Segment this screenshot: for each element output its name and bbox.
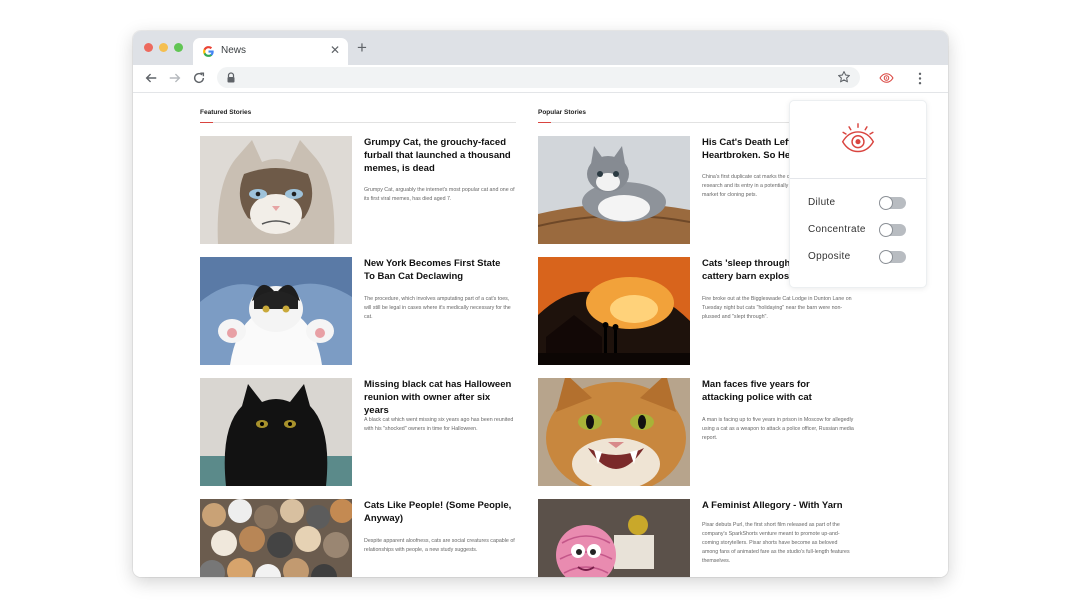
featured-stories-heading: Featured Stories xyxy=(200,109,252,116)
new-tab-button[interactable]: + xyxy=(357,38,367,58)
eye-icon xyxy=(841,123,875,153)
story-description: Pixar debuts Purl, the first short film … xyxy=(702,522,850,564)
opposite-label: Opposite xyxy=(808,251,851,262)
featured-accent xyxy=(200,122,213,123)
many-cats-photo[interactable] xyxy=(200,499,352,577)
story-description: Grumpy Cat, arguably the internet's most… xyxy=(364,187,515,202)
page-content: Featured Stories Popular Stories Grumpy … xyxy=(133,93,948,577)
minimize-window-button[interactable] xyxy=(159,43,168,52)
opposite-toggle[interactable] xyxy=(879,250,906,264)
google-g-icon xyxy=(203,46,214,57)
story-title[interactable]: Missing black cat has Halloween reunion … xyxy=(364,378,512,417)
story-title[interactable]: Grumpy Cat, the grouchy-faced furball th… xyxy=(364,136,512,175)
tab-title: News xyxy=(221,45,247,56)
dilute-label: Dilute xyxy=(808,197,836,208)
lock-icon xyxy=(227,72,235,83)
grumpy-cat-photo[interactable] xyxy=(200,136,352,244)
address-bar[interactable] xyxy=(217,67,860,88)
extension-popup: Dilute Concentrate Opposite xyxy=(789,100,927,288)
reload-icon[interactable] xyxy=(192,71,206,85)
eye-extension-icon[interactable] xyxy=(879,72,894,84)
toggle-knob xyxy=(879,250,893,264)
yarn-ball-character-photo[interactable] xyxy=(538,499,690,577)
story-title[interactable]: Man faces five years for attacking polic… xyxy=(702,378,850,404)
story-description: A man is facing up to five years in pris… xyxy=(702,417,854,441)
back-arrow-icon[interactable] xyxy=(144,71,158,85)
concentrate-toggle[interactable] xyxy=(879,223,906,237)
close-window-button[interactable] xyxy=(144,43,153,52)
story-description: Despite apparent aloofness, cats are soc… xyxy=(364,538,515,553)
cat-paws-photo[interactable] xyxy=(200,257,352,365)
toggle-knob xyxy=(879,223,893,237)
story-title[interactable]: Cats Like People! (Some People, Anyway) xyxy=(364,499,512,525)
concentrate-label: Concentrate xyxy=(808,224,866,235)
story-title[interactable]: New York Becomes First State To Ban Cat … xyxy=(364,257,512,283)
browser-window: News ✕ + Featured Stories Popular Storie… xyxy=(133,31,948,577)
popular-accent xyxy=(538,122,551,123)
story-description: Fire broke out at the Biggleswade Cat Lo… xyxy=(702,296,852,320)
story-description: A black cat which went missing six years… xyxy=(364,417,514,432)
tab-news[interactable]: News ✕ xyxy=(193,38,348,65)
black-cat-photo[interactable] xyxy=(200,378,352,486)
dilute-toggle[interactable] xyxy=(879,196,906,210)
browser-menu-icon[interactable] xyxy=(915,71,925,86)
forward-arrow-icon[interactable] xyxy=(168,71,182,85)
hissing-cat-photo[interactable] xyxy=(538,378,690,486)
grey-kitten-photo[interactable] xyxy=(538,136,690,244)
browser-toolbar xyxy=(133,65,948,93)
story-description: The procedure, which involves amputating… xyxy=(364,296,511,320)
popup-divider xyxy=(790,178,926,179)
maximize-window-button[interactable] xyxy=(174,43,183,52)
popular-stories-heading: Popular Stories xyxy=(538,109,587,116)
toggle-knob xyxy=(879,196,893,210)
featured-divider xyxy=(200,122,516,123)
close-tab-icon[interactable]: ✕ xyxy=(330,43,340,57)
barn-fire-photo[interactable] xyxy=(538,257,690,365)
tab-strip: News ✕ + xyxy=(133,31,948,65)
story-title[interactable]: A Feminist Allegory - With Yarn xyxy=(702,499,850,512)
bookmark-star-icon[interactable] xyxy=(837,70,851,84)
